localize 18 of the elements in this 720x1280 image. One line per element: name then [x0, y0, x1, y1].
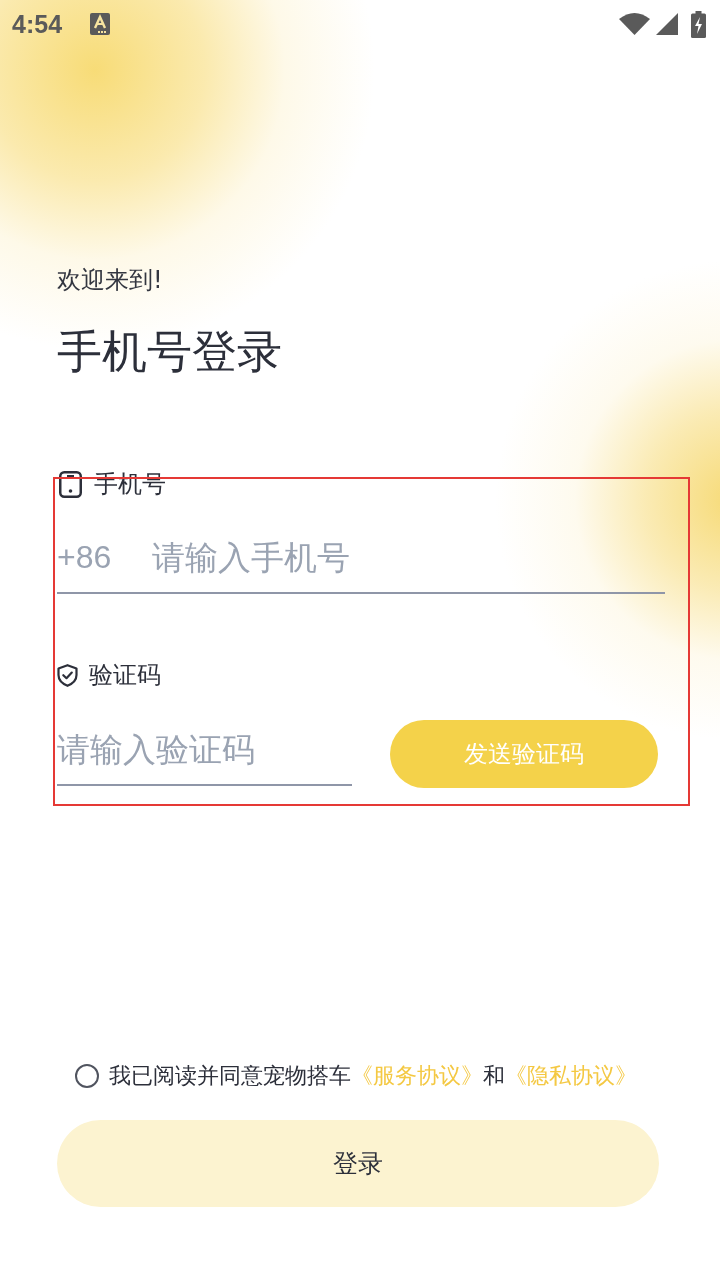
agreement-link[interactable]: 《隐私协议》 [505, 1063, 637, 1088]
clock-time: 4:54 [12, 9, 63, 39]
shield-check-icon [57, 663, 78, 687]
code-label: 验证码 [89, 661, 161, 689]
agreement-link[interactable]: 《服务协议》 [351, 1063, 483, 1088]
phone-input[interactable]: 请输入手机号 [152, 522, 665, 594]
country-code: +86 [57, 522, 152, 594]
page-title: 手机号登录 [57, 324, 283, 380]
welcome-text: 欢迎来到! [57, 265, 164, 296]
agreement-text: 我已阅读并同意宠物搭车《服务协议》和《隐私协议》 [109, 1062, 637, 1090]
agreement-checkbox[interactable] [75, 1064, 99, 1088]
battery-charging-icon [691, 10, 706, 38]
notification-icon [90, 13, 111, 35]
wifi-icon [619, 13, 650, 35]
code-input[interactable]: 请输入验证码 [57, 714, 352, 786]
send-code-button[interactable]: 发送验证码 [390, 720, 658, 788]
signal-icon [656, 13, 678, 35]
phone-icon [59, 470, 82, 498]
